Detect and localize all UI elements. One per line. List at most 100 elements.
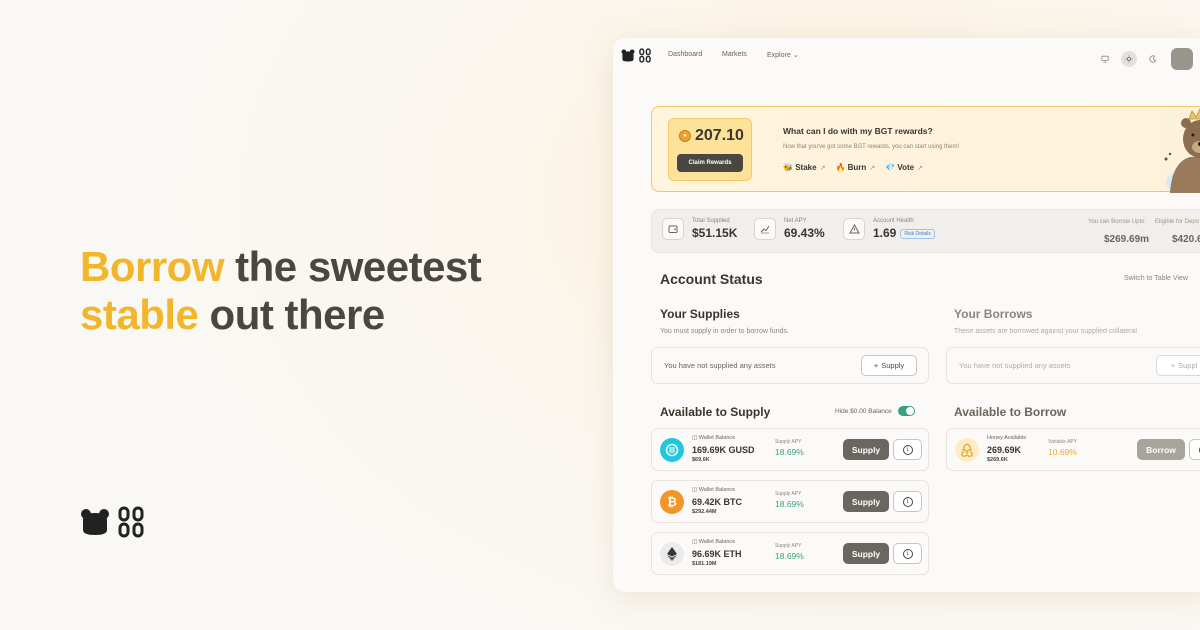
health-value: 1.69 <box>873 226 897 240</box>
bgt-coin-icon: ● <box>679 130 691 142</box>
toggle-switch[interactable] <box>897 406 915 416</box>
supply-button[interactable]: Supply <box>843 543 889 564</box>
stat-value: $51.15K <box>692 226 738 240</box>
supply-button[interactable]: + Suppl <box>1156 355 1200 376</box>
stat-label: Net APY <box>784 218 807 224</box>
app-window: Dashboard Markets Explore ⌄ ● 207.10 Cla… <box>613 38 1200 592</box>
honey-icon <box>955 438 979 462</box>
headline-accent-1: Borrow <box>80 243 225 290</box>
plus-icon: + <box>1170 361 1176 370</box>
claim-rewards-button[interactable]: Claim Rewards <box>677 154 743 172</box>
external-link-icon: ↗ <box>819 165 826 172</box>
banner-question: What can I do with my BGT rewards? <box>783 126 933 136</box>
info-button[interactable]: i <box>893 543 922 564</box>
headline-text-1: the sweetest <box>224 243 482 290</box>
supply-asset-row: ◫ Wallet Balance 169.69K GUSD $69.6K Sup… <box>651 428 929 471</box>
vote-link[interactable]: 💎 Vote ↗ <box>885 163 923 172</box>
gem-icon: 💎 <box>885 163 896 172</box>
available-borrow-title: Available to Borrow <box>954 405 1067 419</box>
wallet-balance-label: ◫ Wallet Balance <box>692 487 736 493</box>
nav-link-dashboard[interactable]: Dashboard <box>668 51 702 58</box>
sun-icon[interactable] <box>1121 51 1137 67</box>
borrow-asset-row: Honey Available 269.69K $269.6K Variable… <box>946 428 1200 471</box>
eligible-label: Eligible for Depo <box>1155 219 1200 225</box>
stake-label: Stake <box>795 163 817 172</box>
bear-logo-icon <box>621 49 635 62</box>
reward-amount-value: 207.10 <box>695 127 744 144</box>
info-icon: i <box>902 444 913 455</box>
external-link-icon: ↗ <box>869 165 876 172</box>
your-borrows-empty: You have not supplied any assets + Suppl <box>946 347 1200 384</box>
asset-usd-value: $69.6K <box>692 457 710 463</box>
chain-logo-icon <box>639 48 651 63</box>
risk-details-button[interactable]: Risk Details <box>900 228 935 239</box>
your-borrows-title: Your Borrows <box>954 307 1033 321</box>
info-icon: i <box>902 548 913 559</box>
banner-actions: 🐝 Stake ↗ 🔥 Burn ↗ 💎 Vote ↗ <box>783 163 923 172</box>
supply-button[interactable]: Supply <box>843 439 889 460</box>
burn-label: Burn <box>847 163 867 172</box>
info-button[interactable]: i <box>1189 439 1200 460</box>
hero-headline: Borrow the sweetest stable out there <box>80 243 482 339</box>
borrow-button[interactable]: Borrow <box>1137 439 1185 460</box>
top-nav: Dashboard Markets Explore ⌄ <box>613 38 1200 74</box>
hide-zero-balance-toggle[interactable]: Hide $0.00 Balance <box>835 406 915 416</box>
nav-link-markets[interactable]: Markets <box>722 51 747 58</box>
eligible-value: $420.6 <box>1172 234 1200 245</box>
rewards-banner: ● 207.10 Claim Rewards What can I do wit… <box>651 106 1200 193</box>
supply-asset-row: ◫ Wallet Balance 96.69K ETH $181.19M Sup… <box>651 532 929 575</box>
stat-value: 69.43% <box>784 226 825 240</box>
stat-total-supplied: Total Supplied $51.15K <box>662 218 737 240</box>
account-stats-bar: Total Supplied $51.15K Net APY 69.43% Ac… <box>651 209 1200 253</box>
info-button[interactable]: i <box>893 439 922 460</box>
supply-button[interactable]: Supply <box>843 491 889 512</box>
brand-logo <box>80 506 144 538</box>
banner-subtitle: Now that you've got some BGT rewards, yo… <box>783 144 960 150</box>
wallet-avatar[interactable] <box>1171 48 1193 70</box>
eth-icon <box>660 542 684 566</box>
supply-apy-value: 18.69% <box>775 551 804 561</box>
gusd-icon <box>660 438 684 462</box>
stake-link[interactable]: 🐝 Stake ↗ <box>783 163 825 172</box>
stat-label: Total Supplied <box>692 218 730 224</box>
available-supply-title: Available to Supply <box>660 405 771 419</box>
info-icon: i <box>902 496 913 507</box>
plus-icon: + <box>873 361 879 370</box>
supply-apy-label: Supply APY <box>775 439 802 445</box>
borrow-amount: 269.69K <box>987 445 1022 455</box>
chain-logo-icon <box>118 506 144 538</box>
stat-label: Account Health <box>873 218 914 224</box>
empty-message: You have not supplied any assets <box>959 361 1071 370</box>
supply-apy-label: Supply APY <box>775 491 802 497</box>
fire-icon: 🔥 <box>835 163 846 172</box>
burn-link[interactable]: 🔥 Burn ↗ <box>835 163 875 172</box>
headline-text-2: out there <box>198 291 386 338</box>
monitor-icon[interactable] <box>1097 51 1113 67</box>
asset-amount: 96.69K ETH <box>692 549 742 559</box>
honey-available-label: Honey Available <box>987 435 1027 441</box>
your-supplies-subtitle: You must supply in order to borrow funds… <box>660 328 789 335</box>
asset-usd-value: $292.44M <box>692 509 717 515</box>
nav-link-explore[interactable]: Explore ⌄ <box>767 51 799 59</box>
variable-apy-value: 10.69% <box>1048 447 1077 457</box>
moon-icon[interactable] <box>1145 51 1161 67</box>
supply-apy-label: Supply APY <box>775 543 802 549</box>
borrow-upto-label: You can Borrow Upto <box>1088 219 1145 225</box>
supply-button-label: Supply <box>881 361 905 370</box>
supply-button[interactable]: + Supply <box>861 355 917 376</box>
supply-button-label: Suppl <box>1178 361 1198 370</box>
info-button[interactable]: i <box>893 491 922 512</box>
stat-net-apy: Net APY 69.43% <box>754 218 825 240</box>
asset-amount: 69.42K BTC <box>692 497 743 507</box>
chevron-down-icon: ⌄ <box>792 52 799 59</box>
btc-icon: ₿ <box>660 490 684 514</box>
borrow-upto-value: $269.69m <box>1104 234 1150 245</box>
empty-message: You have not supplied any assets <box>664 361 776 370</box>
bear-mascot-illustration <box>1164 108 1200 193</box>
borrow-usd-value: $269.6K <box>987 457 1008 463</box>
account-status-title: Account Status <box>660 271 763 287</box>
switch-table-view-link[interactable]: Switch to Table View <box>1124 275 1188 282</box>
variable-apy-label: Variable APY <box>1048 439 1078 445</box>
nav-logo[interactable] <box>621 48 651 63</box>
wallet-balance-label: ◫ Wallet Balance <box>692 539 736 545</box>
